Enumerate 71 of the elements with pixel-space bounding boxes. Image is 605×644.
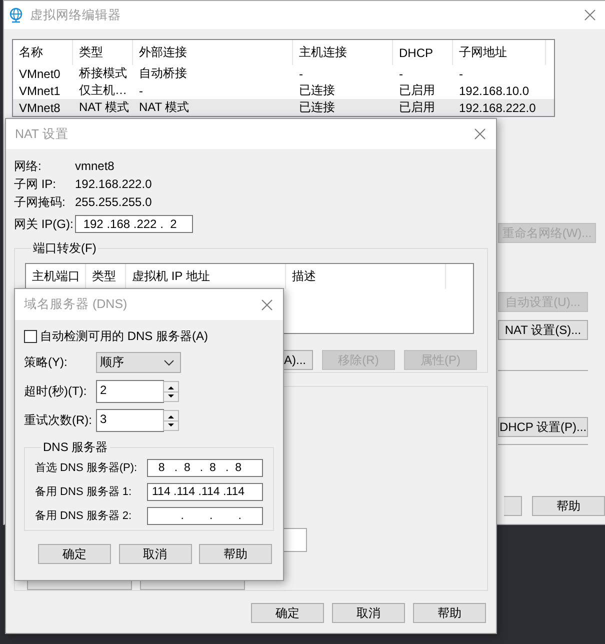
dns-ip-field[interactable]: . . . — [147, 506, 263, 524]
spin-button[interactable] — [163, 381, 179, 402]
table-cell-text: - — [298, 66, 304, 80]
network-row[interactable]: VMnet0 桥接模式 自动桥接 - - - — [13, 65, 554, 82]
column-header[interactable]: 名称 — [13, 40, 73, 65]
table-cell-text: 已连接 — [298, 99, 336, 116]
group-title: DNS 服务器 — [42, 439, 109, 456]
dialog-button[interactable]: 帮助 — [413, 603, 486, 623]
policy-dropdown[interactable]: 顺序 — [96, 352, 181, 373]
field-label: 超时(秒)(T): — [24, 383, 88, 400]
field-label: 子网 IP: — [14, 176, 58, 192]
table-cell-text: - — [398, 66, 404, 80]
close-icon[interactable] — [584, 9, 596, 21]
window-title: 虚拟网络编辑器 — [30, 6, 122, 24]
checkbox[interactable] — [24, 330, 37, 343]
group-title: 端口转发(F) — [32, 240, 98, 257]
dialog-button[interactable]: 取消 — [118, 544, 192, 564]
table-cell-text: 仅主机… — [78, 82, 128, 99]
field-value: vmnet8 — [75, 159, 114, 173]
window-title: NAT 设置 — [15, 126, 70, 142]
number-field[interactable]: 3 — [96, 409, 164, 432]
globe-icon — [8, 7, 24, 23]
table-cell-text: 已连接 — [298, 82, 336, 99]
column-header[interactable]: DHCP — [393, 40, 453, 65]
column-header[interactable]: 子网地址 — [453, 40, 546, 65]
field-value: 255.255.255.0 — [75, 195, 152, 209]
chevron-down-icon — [164, 360, 174, 366]
table-cell-text: NAT 模式 — [78, 99, 130, 116]
dialog-button[interactable]: 确定 — [38, 544, 111, 564]
side-button[interactable]: DHCP 设置(P)... — [498, 417, 588, 437]
window-title: 域名服务器 (DNS) — [24, 296, 128, 313]
help-button[interactable]: 帮助 — [532, 496, 605, 516]
field-label: 子网掩码: — [14, 194, 66, 210]
field-value: 192.168.222.0 — [75, 177, 152, 191]
checkbox-label: 自动检测可用的 DNS 服务器(A) — [40, 328, 208, 345]
network-row[interactable]: VMnet8 NAT 模式 NAT 模式 已连接 已启用 192.168.222.0 — [13, 99, 554, 116]
table-cell-text: VMnet1 — [18, 84, 62, 98]
field-label: 备用 DNS 服务器 2: — [35, 509, 132, 523]
field-label: 重试次数(R): — [24, 412, 93, 429]
table-cell-text: VMnet8 — [18, 100, 62, 114]
table-cell-text: 192.168.222.0 — [458, 100, 537, 114]
spin-button[interactable] — [163, 410, 179, 431]
network-row[interactable]: VMnet1 仅主机… - 已连接 已启用 192.168.10.0 — [13, 82, 554, 99]
dialog-button[interactable]: 确定 — [251, 603, 324, 623]
field-label: 策略(Y): — [24, 354, 68, 371]
close-icon[interactable] — [474, 128, 486, 140]
table-cell-text: - — [458, 66, 464, 80]
column-header[interactable]: 主机连接 — [293, 40, 393, 65]
field-label: 备用 DNS 服务器 1: — [35, 485, 132, 499]
number-field[interactable]: 2 — [96, 380, 164, 403]
table-cell-text: - — [138, 84, 144, 98]
table-cell-text: 已启用 — [398, 99, 436, 116]
close-icon[interactable] — [261, 298, 273, 310]
column-header[interactable]: 描述 — [286, 264, 446, 289]
field-label: 网关 IP(G): — [14, 216, 74, 232]
table-cell-text: 已启用 — [398, 82, 436, 99]
table-cell-text: 自动桥接 — [138, 65, 188, 82]
side-button[interactable]: NAT 设置(S)... — [498, 320, 588, 340]
dns-ip-field[interactable]: 114 .114 .114 .114 — [147, 482, 263, 500]
gateway-ip-field[interactable]: 192 .168 .222 . 2 — [75, 215, 193, 233]
field-label: 首选 DNS 服务器(P): — [35, 461, 138, 475]
table-cell-text: VMnet0 — [18, 66, 62, 80]
table-cell-text: 桥接模式 — [78, 65, 128, 82]
field-label: 网络: — [14, 158, 42, 174]
dialog-button[interactable]: 帮助 — [199, 544, 272, 564]
dialog-button[interactable]: 取消 — [332, 603, 405, 623]
table-cell-text: NAT 模式 — [138, 99, 190, 116]
column-header[interactable]: 外部连接 — [133, 40, 293, 65]
column-header[interactable]: 类型 — [73, 40, 133, 65]
dns-ip-field[interactable]: 8 . 8 . 8 . 8 — [147, 458, 263, 476]
table-cell-text: 192.168.10.0 — [458, 84, 530, 98]
